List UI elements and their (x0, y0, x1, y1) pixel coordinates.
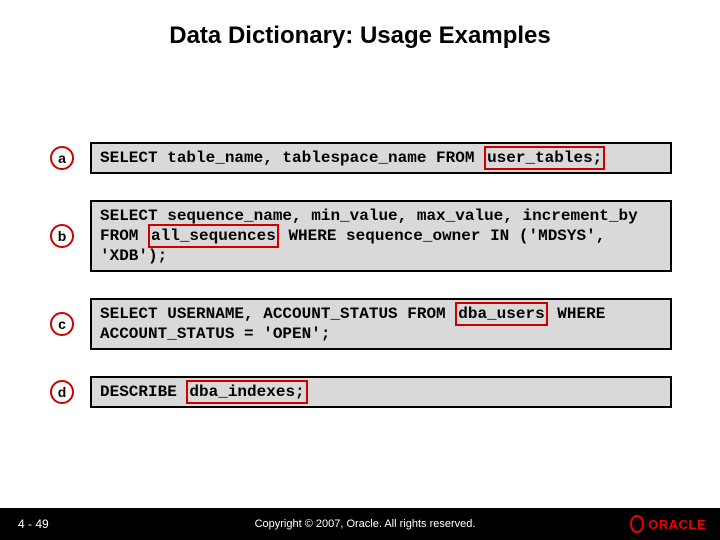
badge-b: b (50, 224, 74, 248)
badge-c: c (50, 312, 74, 336)
oracle-wordmark: ORACLE (648, 517, 706, 532)
page-number: 4 - 49 (0, 517, 130, 531)
code-highlight: user_tables; (484, 146, 605, 170)
oracle-logo: ORACLE (630, 515, 706, 533)
code-text: DESCRIBE (100, 383, 186, 401)
footer-right: ORACLE (600, 515, 720, 533)
code-highlight: all_sequences (148, 224, 279, 248)
code-box-a: SELECT table_name, tablespace_name FROM … (90, 142, 672, 174)
code-box-b: SELECT sequence_name, min_value, max_val… (90, 200, 672, 272)
badge-a: a (50, 146, 74, 170)
oracle-o-icon (630, 515, 644, 533)
footer: 4 - 49 Copyright © 2007, Oracle. All rig… (0, 508, 720, 540)
code-highlight: dba_indexes; (186, 380, 307, 404)
code-highlight: dba_users (455, 302, 547, 326)
badge-d: d (50, 380, 74, 404)
example-row: b SELECT sequence_name, min_value, max_v… (50, 200, 672, 272)
example-row: c SELECT USERNAME, ACCOUNT_STATUS FROM d… (50, 298, 672, 350)
example-row: d DESCRIBE dba_indexes; (50, 376, 672, 408)
copyright-text: Copyright © 2007, Oracle. All rights res… (130, 518, 600, 530)
code-text: SELECT USERNAME, ACCOUNT_STATUS FROM (100, 305, 455, 323)
example-row: a SELECT table_name, tablespace_name FRO… (50, 142, 672, 174)
code-box-c: SELECT USERNAME, ACCOUNT_STATUS FROM dba… (90, 298, 672, 350)
slide-title: Data Dictionary: Usage Examples (0, 22, 720, 50)
code-box-d: DESCRIBE dba_indexes; (90, 376, 672, 408)
code-text: SELECT table_name, tablespace_name FROM (100, 149, 484, 167)
slide: Data Dictionary: Usage Examples a SELECT… (0, 0, 720, 540)
examples-container: a SELECT table_name, tablespace_name FRO… (50, 142, 672, 434)
